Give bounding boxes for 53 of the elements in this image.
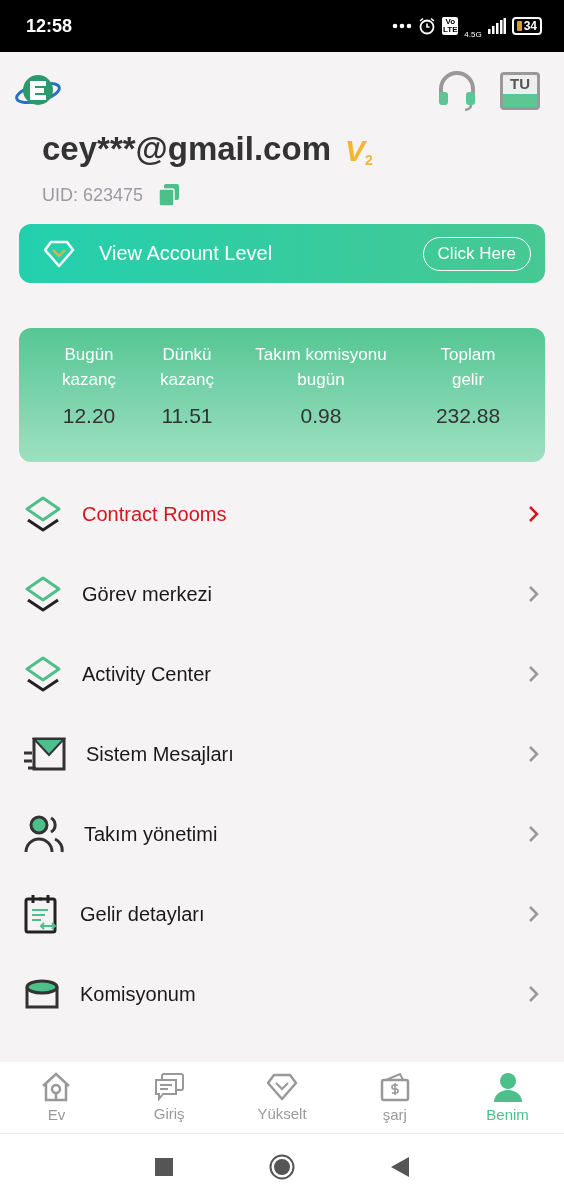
- menu-item[interactable]: Activity Center: [0, 634, 564, 714]
- more-dots-icon: [392, 23, 413, 29]
- volte-badge: Vo LTE: [442, 17, 459, 35]
- nav-tab[interactable]: şarj: [338, 1062, 452, 1133]
- language-button[interactable]: TU: [500, 72, 540, 110]
- diamond-icon: [43, 239, 75, 268]
- headset-icon[interactable]: [436, 71, 478, 111]
- diamond-icon: [266, 1073, 298, 1101]
- menu-item[interactable]: Görev merkezi: [0, 554, 564, 634]
- home-button[interactable]: [269, 1154, 295, 1180]
- mail-icon: [24, 737, 66, 771]
- stat-label: Toplam gelir: [439, 344, 497, 391]
- layers-icon: [24, 496, 62, 532]
- nav-tab[interactable]: Ev: [0, 1062, 113, 1133]
- chevron-right-icon: [528, 985, 540, 1003]
- network-type: 4.5G: [464, 29, 482, 39]
- chat-icon: [154, 1073, 185, 1101]
- banner-label: View Account Level: [99, 242, 274, 265]
- stat-label: Takım komisyonu bugün: [254, 344, 388, 391]
- chevron-right-icon: [528, 905, 540, 923]
- alarm-icon: [418, 17, 437, 35]
- menu-item[interactable]: Takım yönetimi: [0, 794, 564, 874]
- stat-value: 232.88: [435, 404, 501, 428]
- signal-icon: [487, 18, 506, 34]
- user-id: UID: 623475: [42, 184, 144, 206]
- menu-item[interactable]: Gelir detayları: [0, 874, 564, 954]
- person-icon: [492, 1072, 523, 1102]
- users-icon: [24, 815, 64, 853]
- menu-item[interactable]: Contract Rooms: [0, 474, 564, 554]
- stat-value: 11.51: [161, 404, 213, 428]
- database-icon: [24, 979, 60, 1009]
- wallet-icon: [379, 1072, 410, 1102]
- layers-icon: [24, 576, 62, 612]
- nav-tab[interactable]: Yükselt: [225, 1062, 339, 1133]
- copy-icon[interactable]: [159, 184, 180, 206]
- stat-label: Bugün kazanç: [61, 344, 117, 391]
- chevron-right-icon: [528, 665, 540, 683]
- stat-value: 12.20: [62, 404, 116, 428]
- chevron-right-icon: [528, 505, 540, 523]
- back-button[interactable]: [391, 1157, 409, 1177]
- chevron-right-icon: [528, 745, 540, 763]
- chevron-right-icon: [528, 585, 540, 603]
- nav-tab[interactable]: Giriş: [112, 1062, 226, 1133]
- menu-item[interactable]: Sistem Mesajları: [0, 714, 564, 794]
- stat-value: 0.98: [300, 404, 342, 428]
- clock-time: 12:58: [26, 15, 73, 37]
- battery-icon: 34: [511, 17, 542, 35]
- clipboard-icon: [24, 894, 60, 934]
- chevron-right-icon: [528, 825, 540, 843]
- account-email: cey***@gmail.com: [42, 130, 331, 168]
- layers-icon: [24, 656, 62, 692]
- menu-item[interactable]: Komisyonum: [0, 954, 564, 1034]
- stat-label: Dünkü kazanç: [159, 344, 215, 391]
